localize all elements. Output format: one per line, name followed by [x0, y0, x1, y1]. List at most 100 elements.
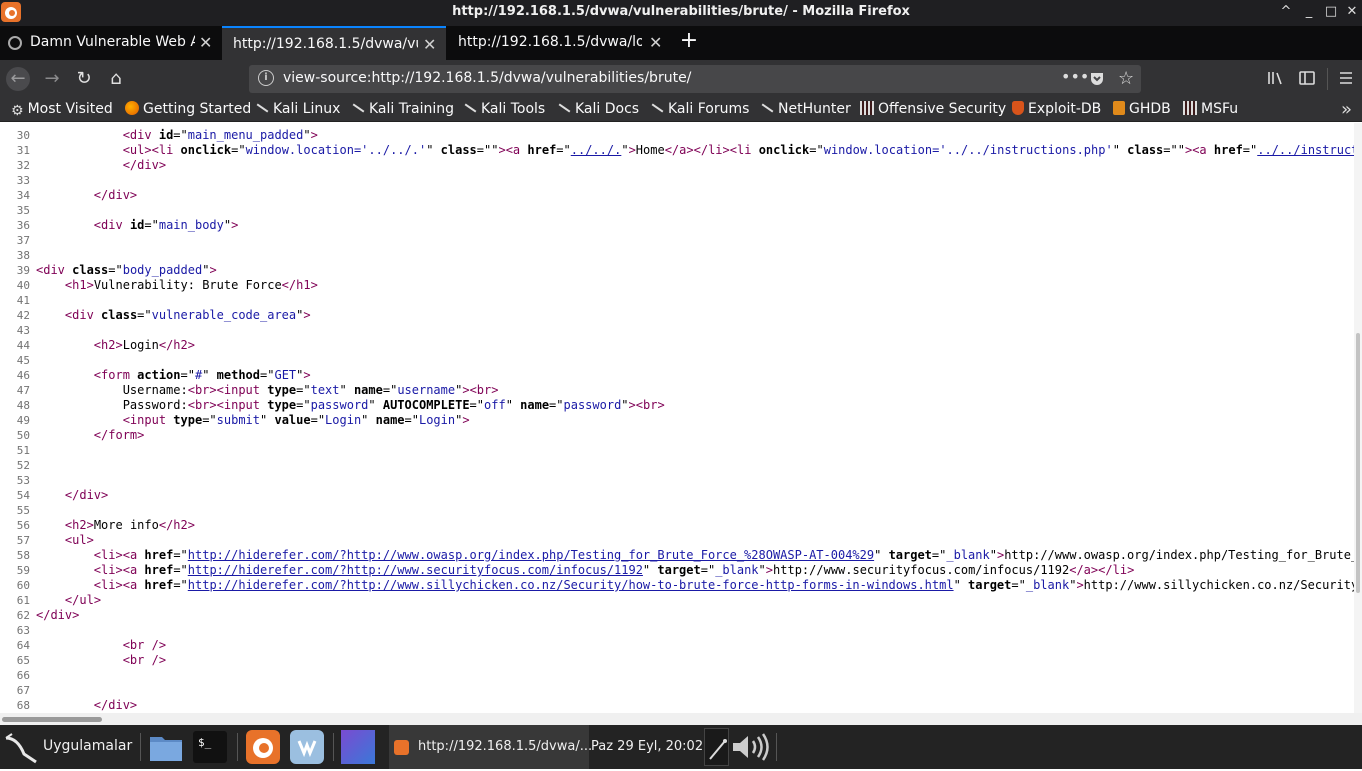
source-line: 49 <input type="submit" value="Login" na… [0, 413, 470, 428]
line-number: 53 [16, 474, 30, 487]
line-number: 51 [16, 444, 30, 457]
source-code: <ul><li onclick="window.location='../../… [122, 143, 1362, 157]
window-close-button[interactable]: ✕ [1343, 3, 1361, 21]
maltego-icon[interactable] [289, 729, 325, 765]
tab-label: http://192.168.1.5/dvwa/login [458, 34, 642, 50]
bookmark-nethunter[interactable]: NetHunter [760, 101, 851, 117]
sidebar-toggle-icon[interactable] [1298, 69, 1316, 87]
source-line: 53 [0, 473, 36, 488]
source-code: </ul> [64, 593, 102, 607]
url-input[interactable]: view-source:http://192.168.1.5/dvwa/vuln… [283, 70, 691, 86]
source-code: Password:<br><input type="password" AUTO… [36, 398, 665, 412]
taskbar-separator [776, 733, 777, 761]
source-line: 66 [0, 668, 36, 683]
source-line: 32 </div> [0, 158, 166, 173]
bookmark-most-visited[interactable]: ⚙ Most Visited [11, 101, 113, 119]
bookmark-msfu[interactable]: MSFu [1183, 101, 1238, 117]
pocket-icon[interactable] [1089, 71, 1105, 87]
bookmark-kali-docs[interactable]: Kali Docs [557, 101, 639, 117]
source-code: </div> [93, 188, 138, 202]
bookmark-kali-linux[interactable]: Kali Linux [255, 101, 340, 117]
source-code: <form action="#" method="GET"> [93, 368, 311, 382]
vertical-scrollbar[interactable] [1354, 123, 1362, 713]
hamburger-menu-icon[interactable] [1337, 69, 1355, 87]
line-number: 41 [16, 294, 30, 307]
volume-icon[interactable] [731, 733, 773, 761]
source-line: 67 [0, 683, 36, 698]
taskbar-separator [333, 733, 334, 761]
page-actions-icon[interactable]: ••• [1061, 67, 1089, 86]
bookmark-star-icon[interactable]: ☆ [1118, 68, 1134, 89]
firefox-icon [125, 101, 139, 115]
source-line: 38 [0, 248, 36, 263]
tab-dvwa-login[interactable]: http://192.168.1.5/dvwa/login ✕ [446, 26, 672, 60]
taskbar-task-firefox[interactable]: http://192.168.1.5/dvwa/... [389, 725, 593, 769]
source-line: 43 [0, 323, 36, 338]
bookmark-kali-forums[interactable]: Kali Forums [650, 101, 749, 117]
line-number: 31 [16, 144, 30, 157]
clock[interactable]: Paz 29 Eyl, 20:02 [591, 739, 703, 754]
source-line: 42 <div class="vulnerable_code_area"> [0, 308, 311, 323]
window-shade-button[interactable]: ^ [1277, 3, 1295, 21]
tab-close-icon[interactable]: ✕ [423, 35, 436, 54]
source-code: <div class="vulnerable_code_area"> [64, 308, 311, 322]
applications-label: Uygulamalar [43, 738, 133, 754]
source-line: 47 Username:<br><input type="text" name=… [0, 383, 499, 398]
exploit-db-icon [1012, 101, 1024, 115]
new-tab-button[interactable]: + [678, 30, 700, 52]
tab-dvwa-home[interactable]: Damn Vulnerable Web Ap ✕ [0, 26, 222, 60]
source-line: 59 <li><a href="http://hiderefer.com/?ht… [0, 563, 1135, 578]
source-code: <input type="submit" value="Login" name=… [122, 413, 470, 427]
bookmarks-overflow-chevron-icon[interactable]: » [1341, 99, 1352, 120]
source-code: <br /> [122, 653, 167, 667]
line-number: 68 [16, 699, 30, 712]
home-button[interactable]: ⌂ [104, 67, 128, 91]
source-line: 40 <h1>Vulnerability: Brute Force</h1> [0, 278, 318, 293]
line-number: 43 [16, 324, 30, 337]
horizontal-scrollbar[interactable] [0, 713, 1362, 725]
line-number: 56 [16, 519, 30, 532]
bookmark-exploit-db[interactable]: Exploit-DB [1012, 101, 1101, 117]
source-code: <br /> [122, 638, 167, 652]
tab-view-source-active[interactable]: http://192.168.1.5/dvwa/vuln ✕ [222, 26, 446, 60]
url-bar[interactable]: i view-source:http://192.168.1.5/dvwa/vu… [249, 65, 1141, 93]
reload-button[interactable]: ↻ [72, 67, 96, 91]
bookmark-getting-started[interactable]: Getting Started [125, 101, 251, 117]
kali-dragon-icon [463, 101, 477, 115]
source-line: 60 <li><a href="http://hiderefer.com/?ht… [0, 578, 1362, 593]
tab-close-icon[interactable]: ✕ [199, 33, 212, 52]
line-number: 30 [16, 129, 30, 142]
firefox-icon [394, 740, 409, 755]
bookmark-kali-tools[interactable]: Kali Tools [463, 101, 545, 117]
bookmark-kali-training[interactable]: Kali Training [351, 101, 454, 117]
bookmark-ghdb[interactable]: GHDB [1113, 101, 1171, 117]
horizontal-scrollbar-thumb[interactable] [2, 717, 102, 722]
file-manager-icon[interactable] [148, 729, 184, 765]
line-number: 57 [16, 534, 30, 547]
source-code: <div class="body_padded"> [36, 263, 217, 277]
window-maximize-button[interactable]: □ [1322, 3, 1340, 21]
tab-close-icon[interactable]: ✕ [649, 33, 662, 52]
library-icon[interactable] [1266, 69, 1284, 87]
site-info-icon[interactable]: i [258, 70, 274, 86]
vertical-scrollbar-thumb[interactable] [1356, 333, 1360, 593]
source-code: <li><a href="http://hiderefer.com/?http:… [93, 548, 1362, 562]
bookmark-offensive-security[interactable]: Offensive Security [860, 101, 1006, 117]
source-line: 48 Password:<br><input type="password" A… [0, 398, 665, 413]
terminal-icon[interactable]: $_ [192, 729, 228, 765]
line-number: 34 [16, 189, 30, 202]
forward-button[interactable]: → [40, 67, 64, 91]
source-line: 64 <br /> [0, 638, 166, 653]
line-number: 33 [16, 174, 30, 187]
line-number: 39 [16, 264, 30, 277]
desktop-taskbar: Uygulamalar $_ http://192.168.1.5/dvwa/.… [0, 725, 1362, 769]
applications-menu-button[interactable]: Uygulamalar [0, 725, 132, 769]
source-line: 62 </div> [0, 608, 80, 623]
network-indicator-icon[interactable] [704, 728, 729, 766]
firefox-launcher-icon[interactable] [245, 729, 281, 765]
taskbar-task-label: http://192.168.1.5/dvwa/... [418, 739, 593, 754]
source-code: <li><a href="http://hiderefer.com/?http:… [93, 563, 1135, 577]
back-button[interactable]: ← [6, 67, 30, 91]
window-minimize-button[interactable]: _ [1300, 3, 1318, 21]
workspace-switcher-icon[interactable] [340, 729, 376, 765]
